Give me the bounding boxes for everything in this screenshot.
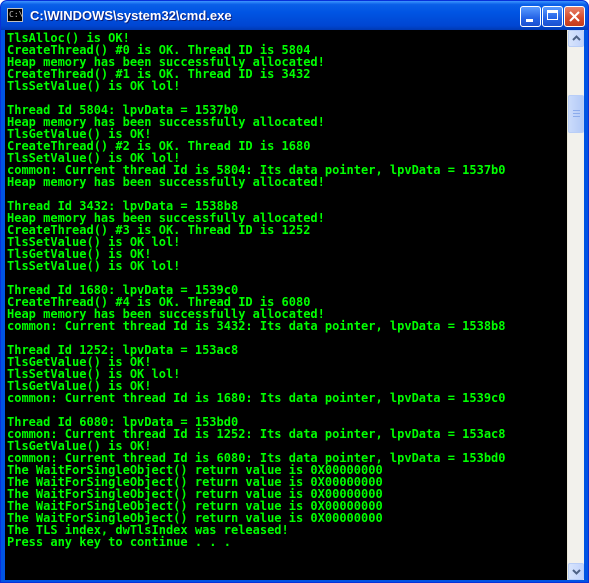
window-title: C:\WINDOWS\system32\cmd.exe: [30, 8, 232, 23]
console-line: TlsSetValue() is OK lol!: [7, 79, 181, 93]
close-icon: [569, 11, 580, 22]
title-bar[interactable]: C:\ C:\WINDOWS\system32\cmd.exe: [1, 1, 588, 30]
thumb-grip-line: [573, 110, 580, 111]
maximize-icon: [547, 10, 558, 20]
scroll-down-arrow-icon: [572, 569, 581, 575]
console-line: common: Current thread Id is 1680: Its d…: [7, 391, 506, 405]
minimize-button[interactable]: [520, 6, 541, 27]
console-icon[interactable]: C:\: [7, 8, 23, 22]
scroll-down-button[interactable]: [568, 563, 584, 580]
console-client-area[interactable]: TlsAlloc() is OK! CreateThread() #0 is OK…: [5, 30, 584, 580]
scroll-up-button[interactable]: [568, 30, 584, 47]
console-output[interactable]: TlsAlloc() is OK! CreateThread() #0 is OK…: [7, 32, 565, 578]
close-button[interactable]: [564, 6, 585, 27]
vertical-scrollbar[interactable]: [567, 30, 584, 580]
maximize-button[interactable]: [542, 6, 563, 27]
thumb-grip-line: [573, 116, 580, 117]
minimize-icon: [526, 19, 533, 22]
scroll-up-arrow-icon: [572, 35, 581, 41]
scroll-thumb[interactable]: [568, 95, 584, 133]
console-line: Heap memory has been successfully alloca…: [7, 175, 325, 189]
console-line: Press any key to continue . . .: [7, 535, 231, 549]
console-window: C:\ C:\WINDOWS\system32\cmd.exe TlsAlloc…: [0, 0, 589, 583]
console-line: common: Current thread Id is 3432: Its d…: [7, 319, 506, 333]
console-line: TlsSetValue() is OK lol!: [7, 259, 181, 273]
thumb-grip-line: [573, 113, 580, 114]
